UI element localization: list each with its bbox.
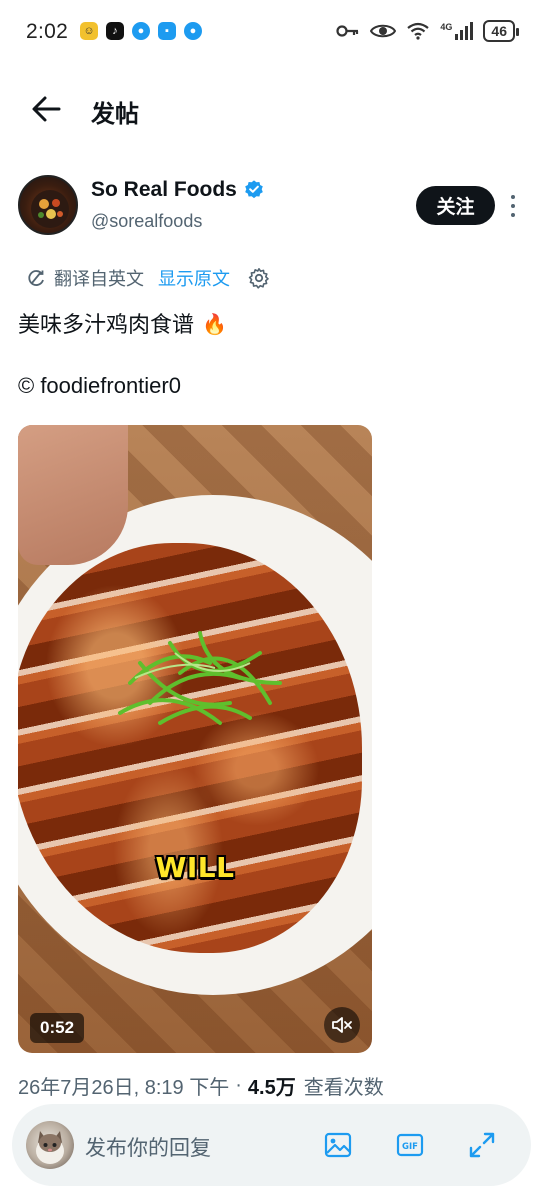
translate-icon [28, 270, 44, 286]
status-time: 2:02 [26, 20, 69, 43]
view-count-label[interactable]: 查看次数 [304, 1071, 384, 1100]
page-title: 发帖 [91, 101, 139, 128]
battery-indicator: 46 [483, 20, 519, 42]
video-caption: WILL [155, 851, 235, 884]
follow-button[interactable]: 关注 [416, 186, 495, 225]
more-dot-icon [511, 195, 515, 199]
cat-avatar-image [36, 1131, 64, 1164]
speaker-muted-icon [332, 1017, 352, 1033]
expand-reply-button[interactable] [465, 1128, 499, 1162]
top-app-bar: 发帖 [0, 80, 543, 140]
message-icon: ▪ [158, 22, 176, 40]
app-notification-icon: ☺ [80, 22, 98, 40]
meta-separator: · [235, 1074, 242, 1096]
system-icons: 4G 46 [336, 20, 519, 42]
back-button[interactable] [30, 94, 66, 126]
add-gif-button[interactable]: GIF [393, 1128, 427, 1162]
tiktok-icon: ♪ [106, 22, 124, 40]
author-name[interactable]: So Real Foods [91, 178, 265, 202]
author-avatar[interactable] [18, 175, 78, 235]
post-meta: 26年7月26日, 8:19 下午 · 4.5万 查看次数 [18, 1071, 384, 1100]
gif-icon: GIF [396, 1133, 424, 1157]
add-image-button[interactable] [321, 1128, 355, 1162]
browser-icon-2: ● [184, 22, 202, 40]
post-credit: © foodiefrontier0 [18, 373, 181, 398]
author-handle[interactable]: @sorealfoods [91, 211, 202, 232]
show-original-link[interactable]: 显示原文 [158, 265, 230, 291]
food-avatar-image [31, 190, 69, 228]
hand-image [18, 425, 128, 565]
more-dot-icon [511, 204, 515, 208]
notification-icons: ☺ ♪ ● ▪ ● [80, 22, 202, 40]
user-avatar[interactable] [26, 1121, 74, 1169]
reply-input[interactable]: 发布你的回复 [85, 1132, 211, 1162]
view-count[interactable]: 4.5万 [248, 1071, 296, 1100]
more-dot-icon [511, 213, 515, 217]
video-duration: 0:52 [30, 1013, 85, 1043]
video-player[interactable]: WILL 0:52 [18, 425, 372, 1053]
post-timestamp: 26年7月26日, 8:19 下午 [18, 1077, 230, 1099]
image-icon [324, 1132, 352, 1158]
mute-button[interactable] [324, 1007, 360, 1043]
translation-row: 翻译自英文 显示原文 [26, 264, 270, 292]
reply-bar: 发布你的回复 GIF [12, 1104, 531, 1186]
translated-from-label: 翻译自英文 [54, 269, 144, 289]
expand-icon [469, 1132, 495, 1158]
status-bar: 2:02 ☺ ♪ ● ▪ ● 4G 46 [0, 0, 543, 64]
arrow-left-icon [32, 96, 61, 122]
gear-icon[interactable] [248, 267, 270, 289]
scallion-garnish-image [118, 631, 282, 725]
post-text: 美味多汁鸡肉食谱 [18, 312, 195, 337]
key-icon [336, 25, 359, 37]
wifi-icon [407, 22, 430, 40]
network-type-label: 4G [440, 22, 453, 32]
chicken-image [18, 543, 362, 953]
fire-icon: 🔥 [202, 314, 227, 336]
author-display-name: So Real Foods [91, 178, 237, 201]
eye-icon [370, 24, 397, 38]
verified-badge-icon [245, 180, 263, 199]
browser-icon: ● [132, 22, 150, 40]
svg-text:GIF: GIF [402, 1142, 418, 1152]
post-body: 美味多汁鸡肉食谱 🔥 [18, 309, 227, 341]
more-options-button[interactable] [503, 193, 523, 219]
cell-signal-icon: 4G [440, 22, 474, 40]
